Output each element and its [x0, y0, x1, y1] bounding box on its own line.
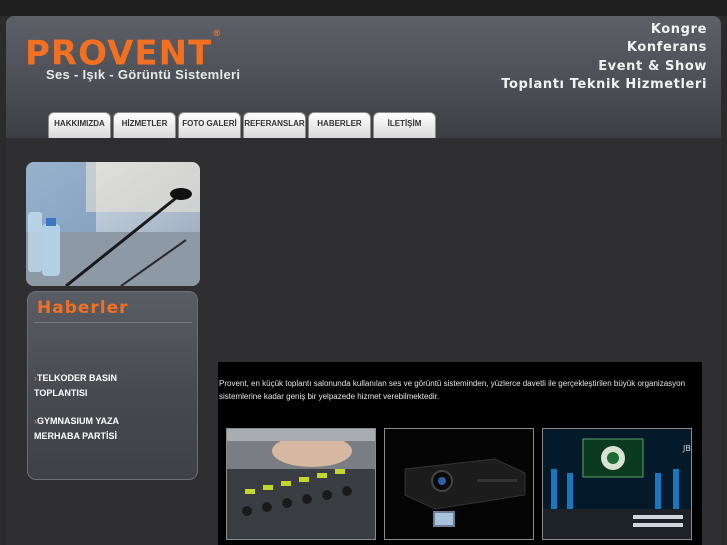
conference-microphones-photo [26, 162, 200, 286]
nav-tab-haberler[interactable]: HABERLER [308, 112, 371, 138]
services-slogan: Kongre Konferans Event & Show Toplantı T… [501, 21, 707, 94]
news-box: Haberler ›TELKODER BASIN TOPLANTISI ›GYM… [27, 291, 198, 480]
stage-led-screen-photo[interactable]: JB [542, 428, 692, 540]
news-item[interactable]: ›TELKODER BASIN TOPLANTISI [34, 371, 144, 401]
nav-tab-hizmetler[interactable]: HİZMETLER [113, 112, 176, 138]
content-panel: Provent, en küçük toplantı salonunda kul… [218, 362, 702, 545]
svg-text:JB: JB [682, 444, 691, 453]
nav-tab-referanslar[interactable]: REFERANSLAR [243, 112, 306, 138]
slogan-line: Event & Show [598, 58, 707, 74]
slogan-line: Konferans [626, 40, 707, 56]
projector-photo[interactable] [384, 428, 534, 540]
main-nav: HAKKIMIZDA HİZMETLER FOTO GALERİ REFERAN… [48, 112, 436, 138]
news-title: Haberler [37, 298, 129, 318]
intro-text: Provent, en küçük toplantı salonunda kul… [219, 379, 686, 401]
site-header: PROVENT® Ses - Işık - Görüntü Sistemleri… [6, 16, 721, 138]
slogan-line: Kongre [650, 22, 707, 37]
top-strip [0, 0, 727, 16]
tagline: Ses - Işık - Görüntü Sistemleri [46, 67, 241, 82]
nav-tab-foto-galeri[interactable]: FOTO GALERİ [178, 112, 241, 138]
nav-tab-iletisim[interactable]: İLETİŞİM [373, 112, 436, 138]
news-item[interactable]: ›GYMNASIUM YAZA MERHABA PARTİSİ [34, 414, 144, 444]
trademark-mark: ® [212, 29, 223, 39]
slogan-line: Toplantı Teknik Hizmetleri [501, 76, 707, 92]
nav-tab-hakkimizda[interactable]: HAKKIMIZDA [48, 112, 111, 138]
news-item-label: TELKODER BASIN TOPLANTISI [34, 373, 118, 398]
mixing-console-photo[interactable] [226, 428, 376, 540]
news-item-label: GYMNASIUM YAZA MERHABA PARTİSİ [34, 416, 119, 441]
news-divider [34, 322, 192, 323]
